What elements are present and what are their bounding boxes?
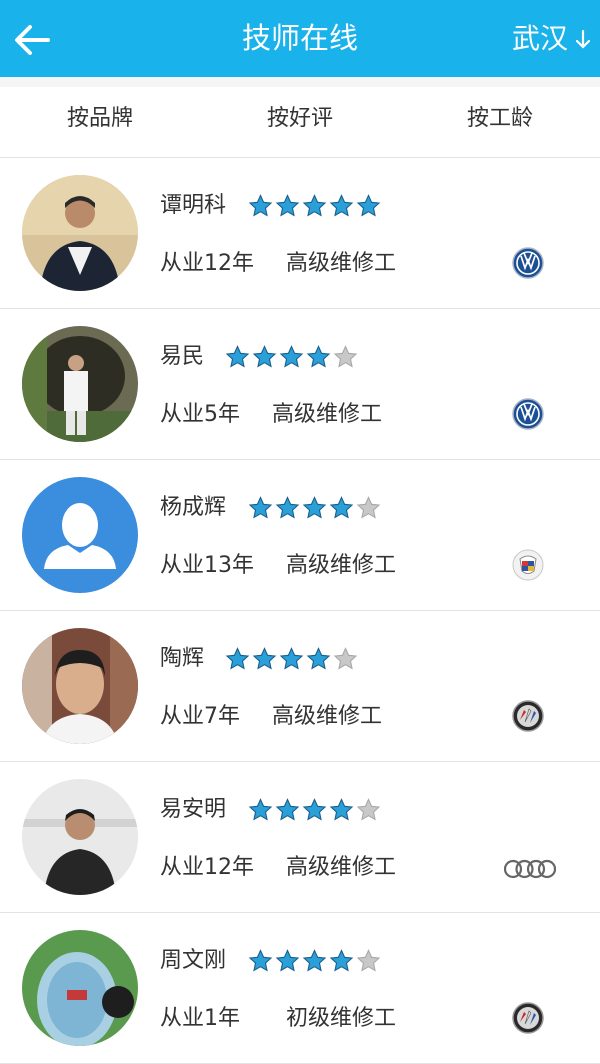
city-label: 武汉 — [511, 22, 568, 55]
technician-level: 高级维修工 — [286, 251, 397, 276]
buick-logo-icon — [512, 1002, 544, 1034]
star-filled-icon — [356, 194, 381, 217]
star-filled-icon — [252, 345, 277, 368]
sort-by-brand-tab[interactable]: 按品牌 — [0, 87, 200, 157]
technician-name: 周文刚 — [160, 948, 227, 973]
header-spacer — [0, 77, 600, 87]
technician-level: 高级维修工 — [272, 704, 383, 729]
city-selector[interactable]: 武汉 — [512, 0, 592, 77]
rating-stars — [248, 796, 383, 824]
technician-row[interactable]: 谭明科 从业12年 高级维修工 — [0, 158, 600, 309]
experience-years: 从业5年 — [160, 402, 240, 427]
star-filled-icon — [329, 949, 354, 972]
star-filled-icon — [248, 194, 273, 217]
rating-stars — [248, 494, 383, 522]
down-arrow-icon — [575, 29, 591, 49]
buick-logo-icon — [512, 700, 544, 732]
technician-row[interactable]: 周文刚 从业1年 初级维修工 — [0, 913, 600, 1064]
star-filled-icon — [225, 647, 250, 670]
technician-avatar — [22, 930, 138, 1046]
volkswagen-logo-icon — [512, 398, 544, 430]
experience-years: 从业7年 — [160, 704, 240, 729]
star-empty-icon — [356, 949, 381, 972]
sort-bar: 按品牌 按好评 按工龄 — [0, 87, 600, 158]
technician-level: 高级维修工 — [286, 553, 397, 578]
technician-row[interactable]: 易民 从业5年 高级维修工 — [0, 309, 600, 460]
technician-row[interactable]: 杨成辉 从业13年 高级维修工 — [0, 460, 600, 611]
star-filled-icon — [225, 345, 250, 368]
star-filled-icon — [248, 496, 273, 519]
technician-name: 易安明 — [160, 797, 227, 822]
page-title: 技师在线 — [241, 21, 358, 55]
star-filled-icon — [279, 647, 304, 670]
technician-avatar — [22, 175, 138, 291]
technician-name: 杨成辉 — [160, 495, 227, 520]
star-filled-icon — [275, 496, 300, 519]
star-empty-icon — [356, 496, 381, 519]
star-filled-icon — [329, 194, 354, 217]
experience-years: 从业12年 — [160, 251, 254, 276]
technician-list: 谭明科 从业12年 高级维修工 易民 从业5年 高级维修工 杨成辉 从业13年 … — [0, 158, 600, 1064]
technician-avatar — [22, 779, 138, 895]
rating-stars — [248, 947, 383, 975]
star-filled-icon — [275, 194, 300, 217]
star-filled-icon — [252, 647, 277, 670]
star-filled-icon — [329, 798, 354, 821]
star-filled-icon — [275, 949, 300, 972]
experience-years: 从业1年 — [160, 1006, 240, 1031]
rating-stars — [248, 192, 383, 220]
rating-stars — [225, 343, 360, 371]
technician-name: 陶辉 — [160, 646, 205, 671]
star-filled-icon — [306, 647, 331, 670]
technician-level: 高级维修工 — [286, 855, 397, 880]
star-filled-icon — [302, 194, 327, 217]
sort-by-rating-tab[interactable]: 按好评 — [200, 87, 400, 157]
star-filled-icon — [302, 496, 327, 519]
volkswagen-logo-icon — [512, 247, 544, 279]
star-filled-icon — [275, 798, 300, 821]
technician-avatar — [22, 326, 138, 442]
star-filled-icon — [248, 798, 273, 821]
experience-years: 从业13年 — [160, 553, 254, 578]
star-filled-icon — [279, 345, 304, 368]
experience-years: 从业12年 — [160, 855, 254, 880]
star-filled-icon — [306, 345, 331, 368]
star-filled-icon — [329, 496, 354, 519]
technician-row[interactable]: 易安明 从业12年 高级维修工 — [0, 762, 600, 913]
header-bar: 技师在线 武汉 — [0, 0, 600, 77]
technician-level: 高级维修工 — [272, 402, 383, 427]
star-filled-icon — [248, 949, 273, 972]
technician-row[interactable]: 陶辉 从业7年 高级维修工 — [0, 611, 600, 762]
star-filled-icon — [302, 949, 327, 972]
star-empty-icon — [356, 798, 381, 821]
default-avatar-icon — [22, 477, 138, 593]
sort-by-seniority-tab[interactable]: 按工龄 — [400, 87, 600, 157]
star-empty-icon — [333, 647, 358, 670]
rating-stars — [225, 645, 360, 673]
star-filled-icon — [302, 798, 327, 821]
audi-logo-icon — [504, 859, 556, 879]
technician-level: 初级维修工 — [286, 1006, 397, 1031]
technician-name: 谭明科 — [160, 193, 227, 218]
technician-name: 易民 — [160, 344, 205, 369]
technician-avatar — [22, 628, 138, 744]
cadillac-logo-icon — [512, 549, 544, 581]
star-empty-icon — [333, 345, 358, 368]
